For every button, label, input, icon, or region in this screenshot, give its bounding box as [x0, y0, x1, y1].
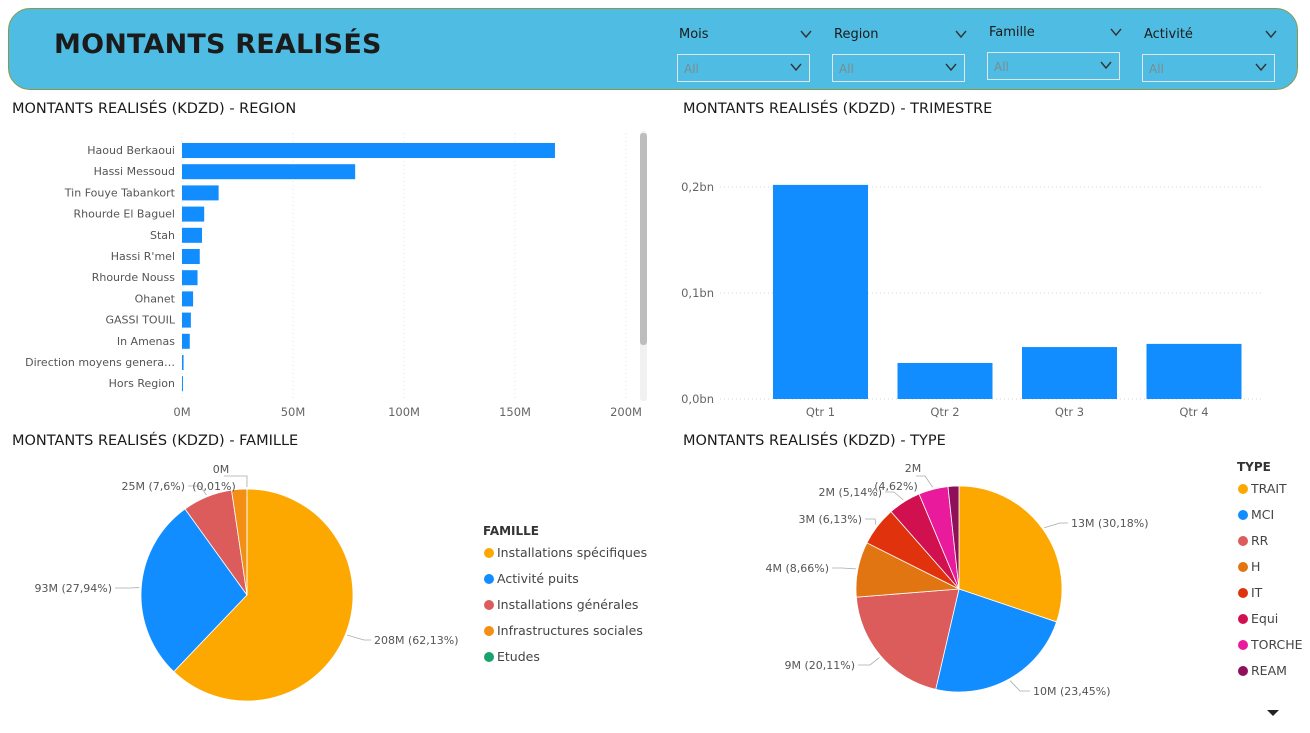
legend-swatch [1238, 536, 1248, 546]
x-tick-label: 200M [610, 405, 642, 419]
legend-label: H [1251, 559, 1260, 574]
bar [182, 185, 219, 201]
x-tick-label: 0M [173, 405, 190, 419]
legend-swatch [1238, 510, 1248, 520]
legend-swatch [1238, 588, 1248, 598]
category-label: In Amenas [117, 335, 175, 348]
bar [897, 362, 993, 399]
x-tick-label: Qtr 3 [1055, 405, 1084, 419]
leader-line [1044, 522, 1068, 529]
data-label: 93M (27,94%) [34, 582, 112, 595]
bar [182, 312, 191, 328]
x-tick-label: 150M [499, 405, 531, 419]
leader-line [832, 567, 856, 570]
legend-title: TYPE [1237, 460, 1271, 474]
category-label: Direction moyens genera… [25, 356, 175, 369]
x-tick-label: Qtr 4 [1179, 405, 1208, 419]
legend-swatch [484, 626, 494, 636]
legend-label: Infrastructures sociales [497, 623, 643, 638]
bar [1146, 343, 1242, 399]
category-label: Haoud Berkaoui [87, 144, 175, 157]
bar [182, 333, 190, 349]
bar [182, 291, 194, 307]
legend-label: Activité puits [497, 571, 579, 586]
legend-label: TRAIT [1250, 481, 1287, 496]
category-label: Tin Fouye Tabankort [64, 186, 176, 199]
legend-swatch [484, 574, 494, 584]
legend-title: FAMILLE [483, 524, 539, 538]
data-label: 0M [213, 463, 230, 476]
caret-down-icon[interactable] [1267, 710, 1279, 718]
bar [182, 270, 198, 286]
legend-swatch [1238, 484, 1248, 494]
bar [182, 249, 200, 264]
legend-label: Equi [1251, 611, 1278, 626]
bar [1022, 347, 1117, 399]
legend-swatch [1238, 614, 1248, 624]
category-label: Stah [150, 229, 175, 242]
y-tick-label: 0,2bn [681, 180, 714, 194]
leader-line [916, 475, 934, 488]
bar [773, 184, 868, 399]
leader-line [865, 518, 877, 525]
category-label: Ohanet [135, 292, 176, 305]
bar [182, 376, 183, 392]
data-label: 3M (6,13%) [798, 513, 862, 526]
bar [182, 227, 202, 243]
bar [182, 164, 356, 180]
category-label: Rhourde El Baguel [74, 208, 175, 221]
data-label: (0,01%) [192, 480, 236, 493]
leader-line [347, 634, 371, 641]
legend-swatch [484, 600, 494, 610]
legend-label: Installations générales [497, 597, 638, 612]
legend-swatch [1238, 666, 1248, 676]
leader-line [885, 491, 904, 501]
bar [182, 206, 205, 222]
data-label: 2M (5,14%) [818, 486, 882, 499]
scrollbar-thumb[interactable] [640, 133, 647, 345]
leader-line [858, 657, 880, 666]
x-tick-label: Qtr 2 [930, 405, 959, 419]
x-tick-label: 100M [388, 405, 420, 419]
legend-label: REAM [1251, 663, 1287, 678]
legend-label: Installations spécifiques [497, 545, 647, 560]
legend-label: IT [1251, 585, 1263, 600]
legend-label: Etudes [497, 649, 540, 664]
data-label: 10M (23,45%) [1033, 685, 1111, 698]
legend-label: TORCHE [1250, 637, 1303, 652]
bar [182, 355, 184, 370]
x-tick-label: Qtr 1 [806, 405, 835, 419]
legend-label: MCI [1251, 507, 1274, 522]
category-label: Hassi Messoud [94, 165, 175, 178]
legend-swatch [1238, 640, 1248, 650]
data-label: 9M (20,11%) [784, 659, 855, 672]
data-label: 13M (30,18%) [1071, 517, 1149, 530]
data-label: 4M (8,66%) [765, 562, 829, 575]
legend-swatch [484, 652, 494, 662]
charts-canvas: 0M 50M 100M 150M 200M Haoud Berkaoui Hassi Mes… [25, 131, 1303, 702]
bar [182, 143, 555, 158]
leader-line [1009, 680, 1030, 692]
data-label: 25M (7,6%) [121, 480, 185, 493]
legend-swatch [484, 548, 494, 558]
data-label: 208M (62,13%) [374, 634, 459, 647]
legend-swatch [1238, 562, 1248, 572]
category-label: Hors Region [109, 377, 175, 390]
y-tick-label: 0,0bn [681, 392, 714, 406]
y-tick-label: 0,1bn [681, 286, 714, 300]
category-label: Hassi R'mel [111, 250, 175, 263]
x-tick-label: 50M [281, 405, 306, 419]
data-label: (4,62%) [874, 480, 918, 493]
category-label: GASSI TOUIL [105, 314, 175, 327]
legend-label: RR [1251, 533, 1269, 548]
data-label: 2M [905, 462, 922, 475]
category-label: Rhourde Nouss [92, 271, 176, 284]
